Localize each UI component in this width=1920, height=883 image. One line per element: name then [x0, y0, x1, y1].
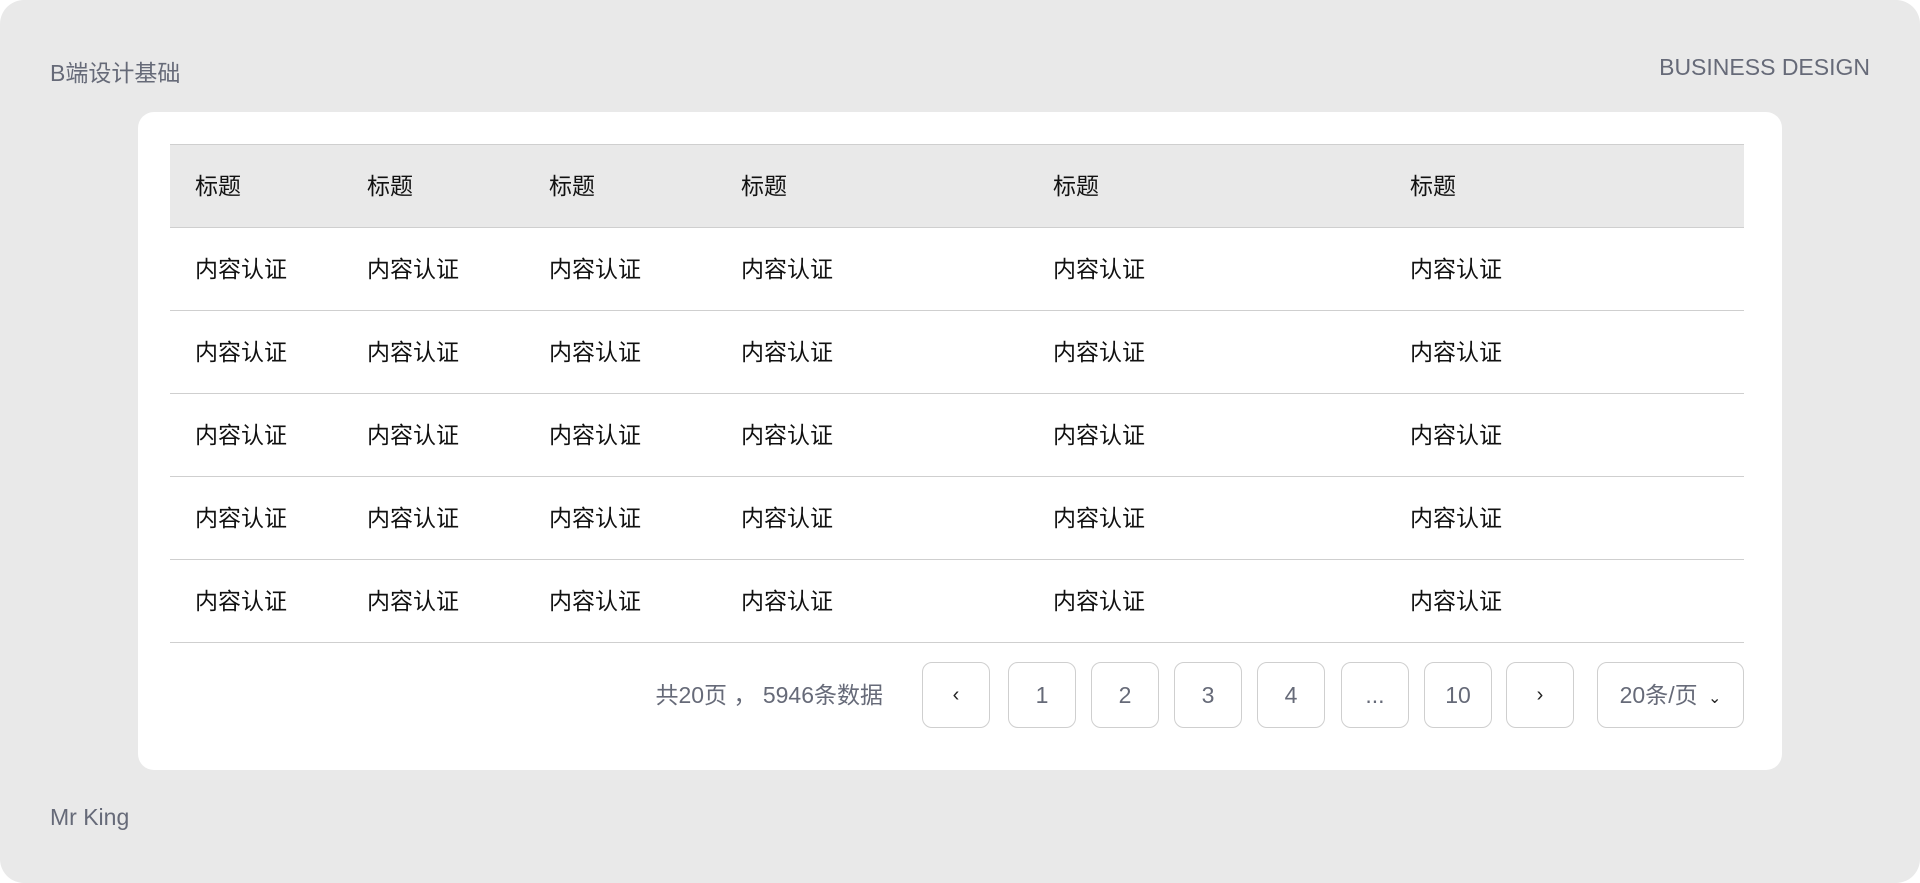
- table-cell: 内容认证: [195, 256, 287, 282]
- next-page-button[interactable]: ›: [1506, 662, 1574, 728]
- table-cell: 内容认证: [1410, 256, 1502, 282]
- table-cell: 内容认证: [741, 256, 833, 282]
- column-header: 标题: [1053, 173, 1099, 199]
- table-cell: 内容认证: [549, 588, 641, 614]
- table-cell: 内容认证: [1410, 339, 1502, 365]
- page-button-3[interactable]: 3: [1174, 662, 1242, 728]
- table-header: 标题 标题 标题 标题 标题 标题: [170, 144, 1744, 228]
- table-row: 内容认证 内容认证 内容认证 内容认证 内容认证 内容认证: [170, 311, 1744, 394]
- chevron-down-icon: ⌄: [1707, 690, 1722, 707]
- table-cell: 内容认证: [1410, 422, 1502, 448]
- page-subtitle: BUSINESS DESIGN: [1659, 54, 1870, 80]
- table-row: 内容认证 内容认证 内容认证 内容认证 内容认证 内容认证: [170, 560, 1744, 643]
- table-cell: 内容认证: [741, 422, 833, 448]
- table-cell: 内容认证: [1053, 505, 1145, 531]
- table-cell: 内容认证: [1410, 505, 1502, 531]
- column-header: 标题: [741, 173, 787, 199]
- page-button-2[interactable]: 2: [1091, 662, 1159, 728]
- table-cell: 内容认证: [549, 505, 641, 531]
- pagination-summary: 共20页 ， 5946条数据: [655, 682, 883, 708]
- column-header: 标题: [195, 173, 241, 199]
- prev-page-button[interactable]: ‹: [922, 662, 990, 728]
- author-label: Mr King: [50, 804, 130, 830]
- column-header: 标题: [549, 173, 595, 199]
- table-cell: 内容认证: [1410, 588, 1502, 614]
- table-row: 内容认证 内容认证 内容认证 内容认证 内容认证 内容认证: [170, 394, 1744, 477]
- table-row: 内容认证 内容认证 内容认证 内容认证 内容认证 内容认证: [170, 477, 1744, 560]
- page-button-10[interactable]: 10: [1424, 662, 1492, 728]
- column-header: 标题: [1410, 173, 1456, 199]
- table-cell: 内容认证: [195, 588, 287, 614]
- table-cell: 内容认证: [195, 339, 287, 365]
- table-card: 标题 标题 标题 标题 标题 标题 内容认证 内容认证 内容认证 内容认证 内容认证 内容认证 内容认证…: [138, 112, 1782, 770]
- data-table: 标题 标题 标题 标题 标题 标题 内容认证 内容认证 内容认证 内容认证 内容认证 内容认证 内容认证…: [170, 144, 1744, 643]
- table-cell: 内容认证: [1053, 256, 1145, 282]
- page-size-value: 20条/页: [1619, 682, 1698, 708]
- table-cell: 内容认证: [1053, 339, 1145, 365]
- table-cell: 内容认证: [367, 505, 459, 531]
- table-cell: 内容认证: [741, 505, 833, 531]
- column-header: 标题: [367, 173, 413, 199]
- table-cell: 内容认证: [367, 422, 459, 448]
- page-ellipsis-button[interactable]: ...: [1341, 662, 1409, 728]
- page-button-4[interactable]: 4: [1257, 662, 1325, 728]
- table-cell: 内容认证: [195, 422, 287, 448]
- table-row: 内容认证 内容认证 内容认证 内容认证 内容认证 内容认证: [170, 228, 1744, 311]
- page-size-select[interactable]: 20条/页 ⌄: [1597, 662, 1744, 728]
- table-cell: 内容认证: [549, 339, 641, 365]
- table-cell: 内容认证: [1053, 422, 1145, 448]
- table-cell: 内容认证: [741, 339, 833, 365]
- page-title: B端设计基础: [50, 60, 181, 86]
- table-cell: 内容认证: [367, 256, 459, 282]
- table-cell: 内容认证: [549, 422, 641, 448]
- table-cell: 内容认证: [741, 588, 833, 614]
- table-cell: 内容认证: [549, 256, 641, 282]
- table-cell: 内容认证: [367, 339, 459, 365]
- table-cell: 内容认证: [1053, 588, 1145, 614]
- table-cell: 内容认证: [195, 505, 287, 531]
- pagination: 共20页 ， 5946条数据 ‹ 1 2 3 4 ... 10 › 20条/页 …: [138, 662, 1782, 728]
- table-cell: 内容认证: [367, 588, 459, 614]
- page-button-1[interactable]: 1: [1008, 662, 1076, 728]
